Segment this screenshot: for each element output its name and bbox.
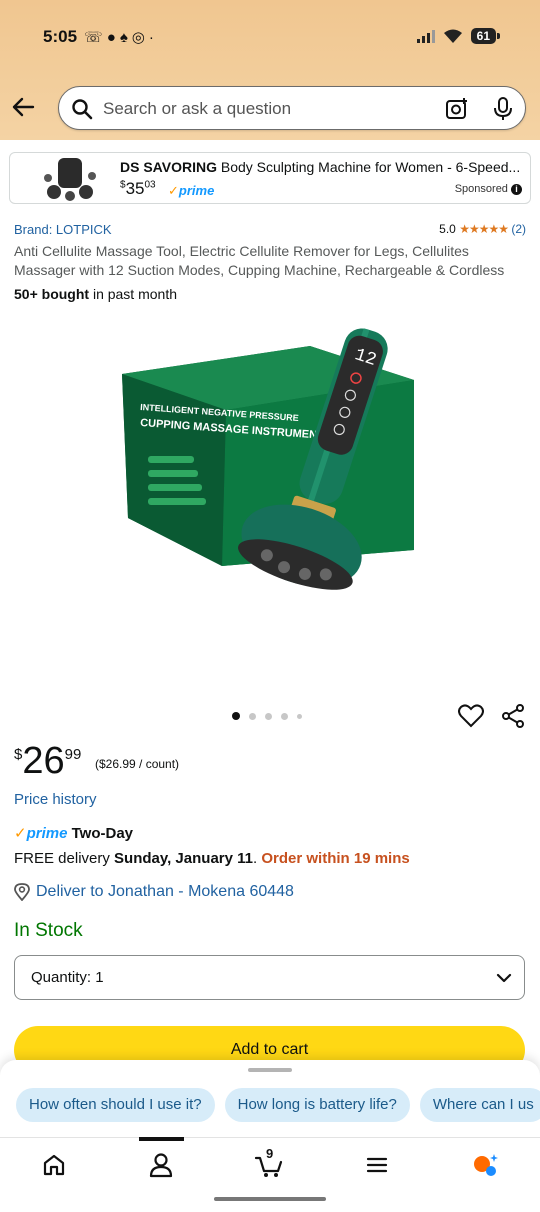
price-history-link[interactable]: Price history [14,791,97,808]
carousel-dot[interactable] [281,712,288,720]
home-gesture-bar[interactable] [214,1197,326,1201]
bought-text: in past month [89,286,177,302]
ad-title[interactable]: DS SAVORING Body Sculpting Machine for W… [120,159,525,175]
sponsored-ad-banner[interactable]: DS SAVORING Body Sculpting Machine for W… [9,152,531,204]
quantity-select[interactable]: Quantity: 1 [14,955,525,1000]
rating-summary[interactable]: 5.0 ★★★★★ (2) [439,222,526,236]
dot-icon: · [148,29,158,46]
product-price: $2699 [14,740,81,783]
ad-prime-label: prime [178,183,215,198]
chevron-down-icon [496,973,512,983]
sheet-drag-handle[interactable] [248,1068,292,1072]
snapchat-icon: ♠ [119,29,132,46]
deliver-to-link[interactable]: Deliver to Jonathan - Mokena 60448 [14,883,294,901]
suggestion-chip[interactable]: How long is battery life? [224,1088,410,1122]
share-icon[interactable] [501,704,525,728]
price-fraction: 99 [64,746,82,763]
carousel-dot[interactable] [297,713,302,719]
chat-icon: ● [106,29,120,46]
at-icon: ◎ [131,29,149,46]
search-bar[interactable]: Search or ask a question [58,86,526,130]
ad-price: $3503 [120,179,156,199]
bought-count: 50+ bought in past month [14,286,177,302]
rating-count[interactable]: (2) [511,222,526,236]
ad-prime-badge: ✓prime [168,183,214,199]
search-input[interactable]: Search or ask a question [103,99,291,119]
ad-price-fraction: 03 [144,179,156,191]
prime-check-icon: ✓ [14,825,27,842]
ad-price-whole: 35 [125,179,145,198]
rating-value: 5.0 [439,222,456,236]
camera-search-icon[interactable] [445,97,469,121]
prime-word: prime [26,825,68,842]
back-arrow-icon[interactable] [10,94,36,120]
account-icon[interactable] [146,1150,176,1180]
carousel-dot[interactable] [265,712,272,720]
unit-price: ($26.99 / count) [95,757,180,771]
price-whole: 26 [22,740,65,782]
cart-count-badge: 9 [266,1146,274,1161]
microphone-icon[interactable] [493,97,513,121]
stock-status: In Stock [14,920,83,941]
product-title: Anti Cellulite Massage Tool, Electric Ce… [14,243,505,278]
ad-product-thumbnail [44,158,96,201]
order-urgency: Order within 19 mins [261,850,410,867]
deliver-to-text[interactable]: Deliver to Jonathan - Mokena 60448 [36,883,294,901]
ad-title-text: Body Sculpting Machine for Women - 6-Spe… [220,159,521,175]
home-icon[interactable] [39,1150,69,1180]
brand-link[interactable]: Brand: LOTPICK [14,222,112,237]
battery-icon: 61 [470,28,501,44]
active-tab-indicator [139,1137,184,1141]
price-currency: $ [14,746,23,763]
sponsored-label[interactable]: Sponsored i [455,183,522,195]
delivery-date: Sunday, January 11 [114,850,253,867]
info-icon: i [511,184,522,195]
status-bar: 5:05 ☏●♠◎· 61 [0,0,540,76]
sponsored-text: Sponsored [454,183,508,195]
carousel-dot[interactable] [232,712,240,720]
bought-number: 50+ bought [14,286,90,302]
prime-check-icon: ✓ [168,183,179,198]
rufus-icon[interactable] [470,1150,500,1180]
menu-icon[interactable] [362,1150,392,1180]
suggestion-chip[interactable]: Where can I us [419,1088,540,1122]
notification-icons: ☏●♠◎· [84,28,158,46]
carousel-dot[interactable] [249,712,256,720]
image-carousel-dots[interactable] [232,712,302,720]
location-pin-icon [14,883,30,901]
heart-icon[interactable] [458,704,484,728]
signal-icon [416,29,435,43]
product-image[interactable]: INTELLIGENT NEGATIVE PRESSURE CUPPING MA… [110,318,430,638]
suggestion-chip[interactable]: How often should I use it? [16,1088,215,1122]
rating-stars-icon: ★★★★★ [459,222,509,236]
ad-brand: DS SAVORING [120,159,217,175]
free-delivery-text: FREE delivery [14,850,115,867]
prime-two-day-badge: ✓prime Two-Day [14,824,133,842]
wifi-icon [443,29,462,43]
status-time: 5:05 [43,27,78,46]
missed-call-icon: ☏ [84,29,107,46]
suggestion-chips: How often should I use it? How long is b… [16,1088,540,1122]
two-day-label: Two-Day [71,825,134,842]
quantity-label: Quantity: 1 [31,969,104,986]
search-icon [72,99,93,120]
add-to-cart-label: Add to cart [230,1041,309,1058]
delivery-info: FREE delivery Sunday, January 11. Order … [14,850,410,867]
